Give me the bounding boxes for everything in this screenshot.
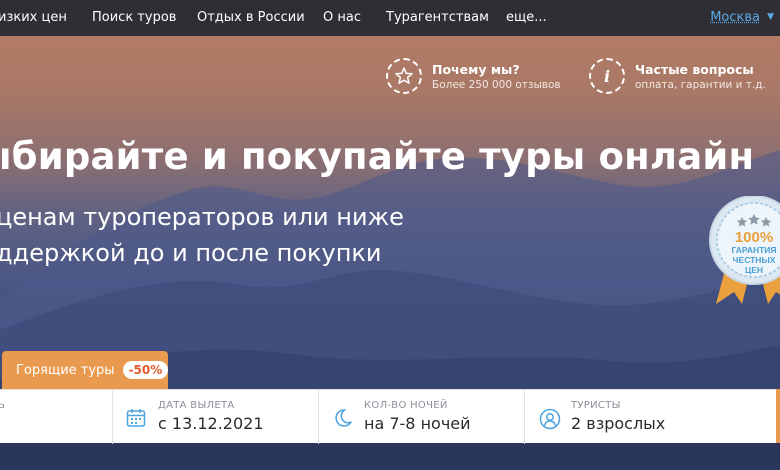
tourists-label: ТУРИСТЫ <box>571 400 621 411</box>
tourists-value: 2 взрослых <box>571 414 666 433</box>
hero-subtitle-line-1: ценам туроператоров или ниже <box>0 203 404 231</box>
destination-label: Ь <box>0 400 6 411</box>
faq-link[interactable]: i Частые вопросы оплата, гарантии и т.д. <box>589 58 766 94</box>
nav-item-low-prices[interactable]: изких цен <box>0 10 67 25</box>
tour-search-panel: Ь ДАТА ВЫЛЕТА с 13.12.2021 КОЛ-ВО НОЧЕЙ … <box>0 389 776 444</box>
departure-date-value: с 13.12.2021 <box>158 414 264 433</box>
chevron-down-icon[interactable]: ▼ <box>767 12 774 22</box>
nav-item-tour-search[interactable]: Поиск туров <box>92 10 176 25</box>
nav-item-agencies[interactable]: Турагентствам <box>386 10 489 25</box>
why-us-subtitle: Более 250 000 отзывов <box>432 78 561 91</box>
faq-title: Частые вопросы <box>635 61 754 77</box>
tourists-field[interactable]: ТУРИСТЫ 2 взрослых <box>525 390 776 444</box>
faq-subtitle: оплата, гарантии и т.д. <box>635 78 766 91</box>
why-us-link[interactable]: Почему мы? Более 250 000 отзывов <box>386 58 561 94</box>
nav-item-russia[interactable]: Отдых в России <box>197 10 305 25</box>
badge-line-3: ЦЕН <box>745 265 763 275</box>
user-icon <box>539 408 561 430</box>
badge-line-2: ЧЕСТНЫХ <box>733 255 776 265</box>
nav-item-more[interactable]: еще... <box>506 10 547 25</box>
top-navigation: изких цен Поиск туров Отдых в России О н… <box>0 0 780 36</box>
destination-field[interactable]: Ь <box>0 390 113 444</box>
nights-field[interactable]: КОЛ-ВО НОЧЕЙ на 7-8 ночей <box>319 390 525 444</box>
moon-icon <box>335 409 352 427</box>
calendar-icon <box>126 409 146 427</box>
hero-headline: ыбирайте и покупайте туры онлайн <box>0 135 755 178</box>
hot-tours-label: Горящие туры <box>16 362 115 378</box>
city-selector[interactable]: Москва <box>710 10 760 25</box>
departure-date-field[interactable]: ДАТА ВЫЛЕТА с 13.12.2021 <box>113 390 319 444</box>
guarantee-badge: 100% ГАРАНТИЯ ЧЕСТНЫХ ЦЕН <box>709 196 780 304</box>
departure-date-label: ДАТА ВЫЛЕТА <box>158 400 235 411</box>
why-us-title: Почему мы? <box>432 61 520 77</box>
badge-line-1: ГАРАНТИЯ <box>731 245 776 255</box>
hot-tours-tab[interactable]: Горящие туры -50% <box>2 351 169 389</box>
search-button-edge[interactable] <box>776 389 780 443</box>
star-icon <box>386 58 422 94</box>
badge-percent: 100% <box>735 229 773 246</box>
nights-label: КОЛ-ВО НОЧЕЙ <box>364 400 448 411</box>
nights-value: на 7-8 ночей <box>364 414 471 433</box>
hero-subtitle-line-2: ддержкой до и после покупки <box>0 239 382 267</box>
info-icon: i <box>589 58 625 94</box>
nav-item-about[interactable]: О нас <box>323 10 361 25</box>
discount-badge: -50% <box>122 361 169 379</box>
